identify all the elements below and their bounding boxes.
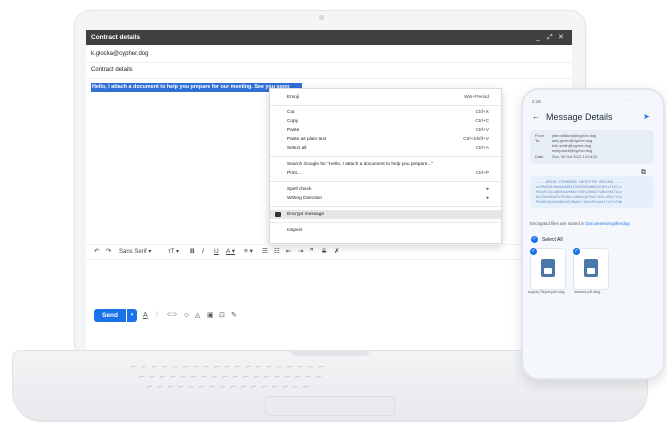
bulleted-list-icon[interactable]: ☷ [274,248,280,256]
confidential-icon[interactable]: ⊡ [219,311,225,320]
trackpad [265,396,395,416]
pgp-line: -----BEGIN CYPHERDOG ENCRYPTED MESSAGE--… [536,180,624,184]
file-icon [541,259,555,277]
italic-button[interactable]: I [202,248,204,256]
date-value: Sun, 30 Oct 2022 14:14:22 [552,155,598,159]
from-value: piter.williams@cypher.dog [552,134,596,138]
align-button[interactable]: ≡ ▾ [244,248,253,256]
menu-item-search-google[interactable]: Search Google for "Hello, I attach a doc… [270,160,501,169]
quote-icon[interactable]: ❞ [310,248,314,256]
status-time: 2:16 [532,99,541,104]
font-size-select[interactable]: тT ▾ [168,248,179,256]
menu-item-copy[interactable]: Copy Ctrl+C [270,117,501,126]
numbered-list-icon[interactable]: ☰ [262,248,268,256]
to-label: To: [535,139,541,143]
divider [86,78,572,79]
keyboard-row-2: ⌐⌐⌐⌐⌐⌐⌐⌐⌐⌐⌐⌐⌐⌐⌐⌐⌐⌐ [139,373,327,383]
emoji-icon[interactable]: ☺ [183,311,190,320]
message-info-box: From: piter.williams@cypher.dog To: amy.… [530,130,654,164]
encrypted-message-box[interactable]: -----BEGIN CYPHERDOG ENCRYPTED MESSAGE--… [530,176,654,208]
page-title: Message Details [546,112,613,122]
menu-item-emoji[interactable]: Emoji Win+Period [270,93,501,102]
to-value: amy.green@cypher.dog [552,139,593,143]
back-icon[interactable]: ← [532,112,540,121]
phone: 2:16 ◦ ◦ ← Message Details ➤ From: piter… [521,88,665,380]
file-name: invoices.pdf.cdog [574,290,601,294]
date-label: Date: [535,155,545,159]
menu-item-print[interactable]: Print... Ctrl+P [270,169,501,178]
storage-link[interactable]: Documents/cypherdog [586,221,630,226]
formatting-toolbar: ↶ ↷ Sans Serif ▾ тT ▾ B I U A ▾ ≡ ▾ ☰ ☷ … [86,244,572,260]
lock-icon [275,212,281,217]
text-color-button[interactable]: A ▾ [226,248,235,256]
underline-button[interactable]: U [214,248,219,256]
to-value: bob.smith@cypher.dog [552,144,591,148]
indent-less-icon[interactable]: ⇤ [286,248,291,256]
pgp-line: KeZ1mVb8QoPxT6cNs2JdW4aYgF9uHr3EkLzMvC7i… [536,195,622,199]
body-text: Hello, I attach a document to help you p… [92,84,290,90]
menu-item-select-all[interactable]: Select all Ctrl+A [270,144,501,153]
pgp-line: wcFMA5G8fmNaUd8BEAC5R4ZkH2mWQ3nPqE9sTvb7… [536,185,622,189]
menu-item-inspect[interactable]: Inspect [270,226,501,235]
file-name: August_Report.pdf.cdog [528,290,565,294]
indent-more-icon[interactable]: ⇥ [298,248,303,256]
menu-item-cut[interactable]: Cut Ctrl+X [270,108,501,117]
from-label: From: [535,134,545,138]
menu-item-encrypt-message[interactable]: Encrypt message [270,210,501,219]
keyboard-row-3: ⌐⌐⌐⌐⌐⌐⌐⌐⌐⌐⌐⌐⌐⌐⌐⌐ [147,383,314,393]
maximize-icon[interactable]: ⤢ [547,30,553,45]
pgp-line: 9hXyRz2pLq8NtAwV6mKcYd3FgJ0bUe7sWhXnR4Tq… [536,190,622,194]
photo-icon[interactable]: ▣ [207,311,214,320]
context-menu: Emoji Win+Period Cut Ctrl+X Copy Ctrl+C Pas… [269,88,502,244]
minimize-icon[interactable]: _ [536,30,540,45]
file-checkbox[interactable]: ✓ [530,248,537,255]
file-item[interactable]: ✓ [530,248,566,290]
menu-item-paste-plain[interactable]: Paste as plain text Ctrl+Shift+V [270,135,501,144]
undo-icon[interactable]: ↶ [94,248,99,256]
menu-item-writing-direction[interactable]: Writing Direction ▸ [270,194,501,203]
file-checkbox[interactable]: ✓ [573,248,580,255]
laptop-screen: Contract details _ ⤢ ✕ k.glocka@cypher.d… [86,30,572,350]
select-all-label: Select All [542,237,563,243]
send-icon[interactable]: ➤ [643,112,650,121]
menu-item-spell-check[interactable]: Spell check ▸ [270,185,501,194]
camera-dot [319,15,324,20]
subject-field[interactable]: Contract details [91,67,133,73]
font-family-select[interactable]: Sans Serif ▾ [119,248,151,256]
link-icon[interactable]: ⊂⊃ [167,311,177,320]
bold-button[interactable]: B [190,248,195,256]
send-button[interactable]: Send [94,309,126,322]
divider [86,62,572,63]
drive-icon[interactable]: ◬ [195,311,200,320]
window-titlebar: Contract details _ ⤢ ✕ [86,30,572,45]
to-value: emily.clark@cypher.dog [552,149,593,153]
formatting-options-icon[interactable]: A [143,311,148,320]
window-title: Contract details [91,34,141,41]
redo-icon[interactable]: ↷ [106,248,111,256]
send-options-button[interactable]: ▾ [127,309,137,322]
select-all-checkbox[interactable]: ✓ [531,236,538,243]
laptop-hinge [290,350,370,356]
pgp-line: P0sR8tQy5wXbN2vMjH6gDfL1kAeZ9cUo4rYiS7nT… [536,200,622,204]
camera-icon: ◦ ◦ [624,98,630,104]
keyboard-row-1: ⌐⌐⌐⌐⌐⌐⌐⌐⌐⌐⌐⌐⌐⌐⌐⌐⌐⌐⌐ [131,363,329,373]
close-icon[interactable]: ✕ [558,30,564,45]
attach-icon[interactable]: ⫶ [156,311,158,320]
storage-note: Encrypted files are stored in Documents/… [530,221,630,226]
menu-item-paste[interactable]: Paste Ctrl+V [270,126,501,135]
file-icon [584,259,598,277]
clear-format-icon[interactable]: ✗ [334,248,339,256]
to-field[interactable]: k.glocka@cypher.dog [91,51,148,57]
signature-icon[interactable]: ✎ [231,311,237,320]
file-item[interactable]: ✓ [573,248,609,290]
strikethrough-button[interactable]: S [322,248,326,256]
